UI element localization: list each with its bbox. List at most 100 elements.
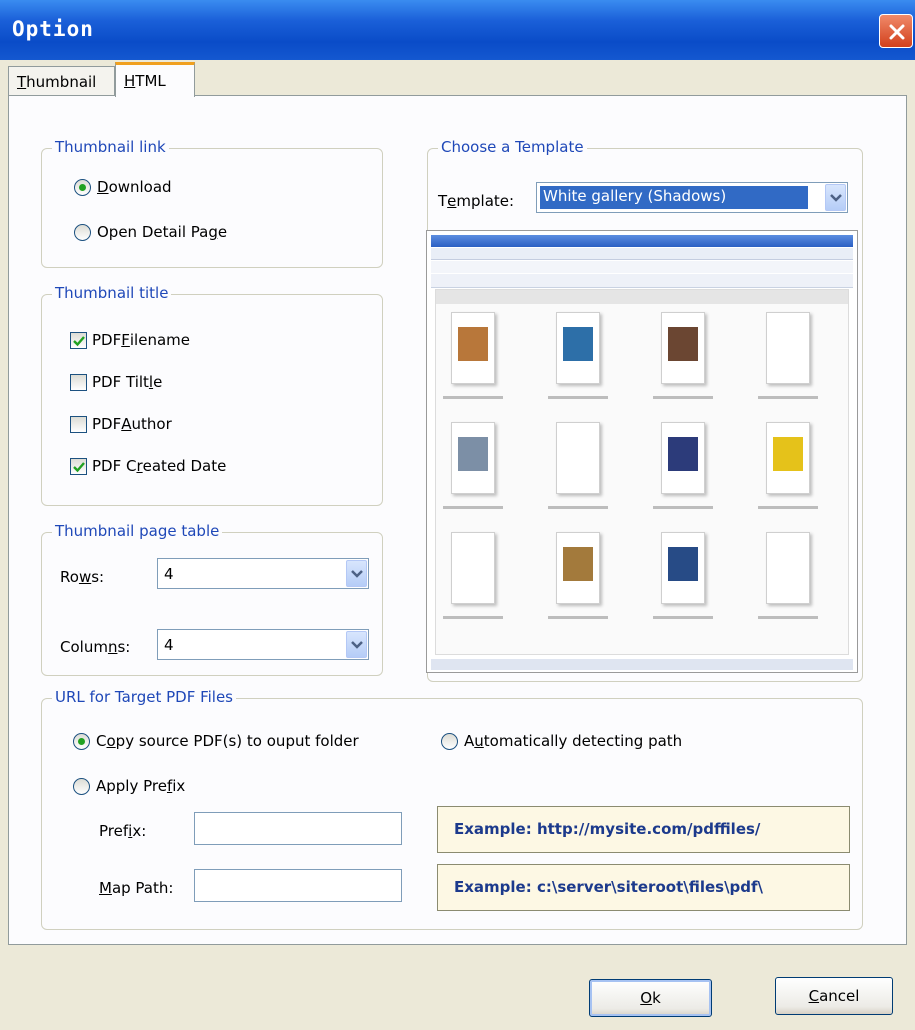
rows-label-pre: Ro <box>60 568 79 586</box>
preview-thumbnail <box>661 422 705 494</box>
preview-thumbnail <box>556 532 600 604</box>
pdf-created-date-checkbox[interactable]: PDF Cr eated Date <box>70 457 226 475</box>
close-button[interactable] <box>879 14 913 48</box>
preview-thumbnail-art <box>668 437 698 471</box>
radio-label-pre: A <box>464 732 475 750</box>
check-label-post: eated Date <box>142 457 227 475</box>
preview-thumbnail-caption <box>443 506 503 509</box>
template-label-post: mplate: <box>456 192 515 210</box>
checkmark-icon <box>73 335 85 346</box>
rows-dropdown-button[interactable] <box>346 560 367 587</box>
cancel-label-key: C <box>808 987 820 1005</box>
cancel-label-post: ancel <box>819 987 860 1005</box>
radio-label-key: o <box>106 732 116 750</box>
preview-thumbnail-art <box>458 547 488 581</box>
chevron-down-icon <box>830 194 842 202</box>
preview-thumbnail <box>451 532 495 604</box>
download-radio[interactable]: Download <box>74 178 172 196</box>
preview-statusbar <box>431 659 853 670</box>
template-label-pre: T <box>438 192 448 210</box>
prefix-example: Example: http://mysite.com/pdffiles/ <box>437 806 850 853</box>
title-bar: Option <box>0 0 915 60</box>
radio-label-post: ownload <box>108 178 172 196</box>
page-table-label: Thumbnail page table <box>52 522 223 540</box>
preview-addressbar <box>431 248 853 260</box>
window-title: Option <box>12 17 94 41</box>
check-label-key: A <box>121 415 132 433</box>
map-path-example: Example: c:\server\siteroot\files\pdf\ <box>437 864 850 911</box>
radio-indicator <box>73 777 90 795</box>
columns-select-value: 4 <box>164 636 174 654</box>
preview-thumbnail <box>556 422 600 494</box>
pdf-author-checkbox[interactable]: PDF Author <box>70 415 172 433</box>
thumbnail-title-group: Thumbnail title PDF Filename PDF Tilt l e … <box>41 284 383 506</box>
radio-label-pre: Open Detail Pa <box>97 223 209 241</box>
prefix-input[interactable] <box>194 812 402 845</box>
close-icon <box>889 24 905 40</box>
checkbox-indicator <box>70 373 87 391</box>
auto-detect-path-radio[interactable]: Au tomatically detecting path <box>441 732 682 750</box>
ok-label-key: O <box>640 989 653 1007</box>
radio-indicator <box>73 732 90 750</box>
preview-thumbnail-caption <box>548 396 608 399</box>
radio-label-post: py source PDF(s) to ouput folder <box>115 732 359 750</box>
check-label-pre: PDF <box>92 415 122 433</box>
url-target-label: URL for Target PDF Files <box>52 688 237 706</box>
template-select[interactable]: White gallery (Shadows) <box>536 182 848 213</box>
preview-thumbnail-art <box>563 547 593 581</box>
preview-thumbnail-art <box>773 327 803 361</box>
template-dropdown-button[interactable] <box>825 184 846 211</box>
preview-titlebar <box>431 235 853 247</box>
template-label: Te mplate: <box>438 192 514 210</box>
columns-label: Colum n s: <box>60 638 130 656</box>
cancel-button[interactable]: Cancel <box>775 977 893 1015</box>
map-path-input[interactable] <box>194 869 402 902</box>
preview-thumbnail-art <box>563 437 593 471</box>
radio-label-post: ix <box>172 777 186 795</box>
tab-thumbnail[interactable]: Thumbnail <box>8 66 115 96</box>
tab-html[interactable]: HTML <box>115 62 195 97</box>
columns-dropdown-button[interactable] <box>346 631 367 658</box>
choose-template-label: Choose a Template <box>438 138 587 156</box>
preview-thumbnail-caption <box>653 506 713 509</box>
map-label-key: M <box>99 879 112 897</box>
rows-select[interactable]: 4 <box>157 558 369 589</box>
radio-label-pre: Apply Pre <box>96 777 167 795</box>
preview-thumbnail <box>451 312 495 384</box>
columns-select[interactable]: 4 <box>157 629 369 660</box>
preview-thumbnail-caption <box>758 396 818 399</box>
columns-label-post: s: <box>117 638 131 656</box>
tab-html-label: TML <box>135 72 166 90</box>
copy-source-radio[interactable]: Co py source PDF(s) to ouput folder <box>73 732 359 750</box>
preview-thumbnail <box>451 422 495 494</box>
check-label-pre: PDF Tilt <box>92 373 149 391</box>
rows-label-key: w <box>78 568 92 586</box>
pdf-filename-checkbox[interactable]: PDF Filename <box>70 331 190 349</box>
radio-indicator <box>74 178 91 196</box>
preview-thumbnail-caption <box>443 616 503 619</box>
apply-prefix-radio[interactable]: Apply Pre f ix <box>73 777 185 795</box>
radio-label-key: g <box>208 223 218 241</box>
open-detail-page-radio[interactable]: Open Detail Pa g e <box>74 223 227 241</box>
preview-thumbnail-caption <box>653 396 713 399</box>
preview-thumbnail-art <box>773 547 803 581</box>
template-label-key: e <box>447 192 457 210</box>
preview-thumbnail-art <box>668 327 698 361</box>
preview-toolbar <box>431 274 853 288</box>
preview-thumbnail-art <box>458 327 488 361</box>
preview-thumbnail-caption <box>548 616 608 619</box>
map-path-label: Map Path: <box>99 879 173 897</box>
checkbox-indicator <box>70 457 87 475</box>
tab-page-html: Thumbnail link Download Open Detail Pa g e… <box>8 95 907 945</box>
prefix-label-pre: Pref <box>99 822 129 840</box>
rows-label: Ro w s: <box>60 568 104 586</box>
radio-indicator <box>441 732 458 750</box>
preview-thumbnail <box>766 532 810 604</box>
columns-label-pre: Colum <box>60 638 108 656</box>
rows-select-value: 4 <box>164 565 174 583</box>
prefix-label-post: x: <box>132 822 147 840</box>
rows-label-post: s: <box>91 568 105 586</box>
template-preview-image <box>426 230 858 673</box>
pdf-title-checkbox[interactable]: PDF Tilt l e <box>70 373 162 391</box>
ok-button[interactable]: Ok <box>589 979 712 1017</box>
